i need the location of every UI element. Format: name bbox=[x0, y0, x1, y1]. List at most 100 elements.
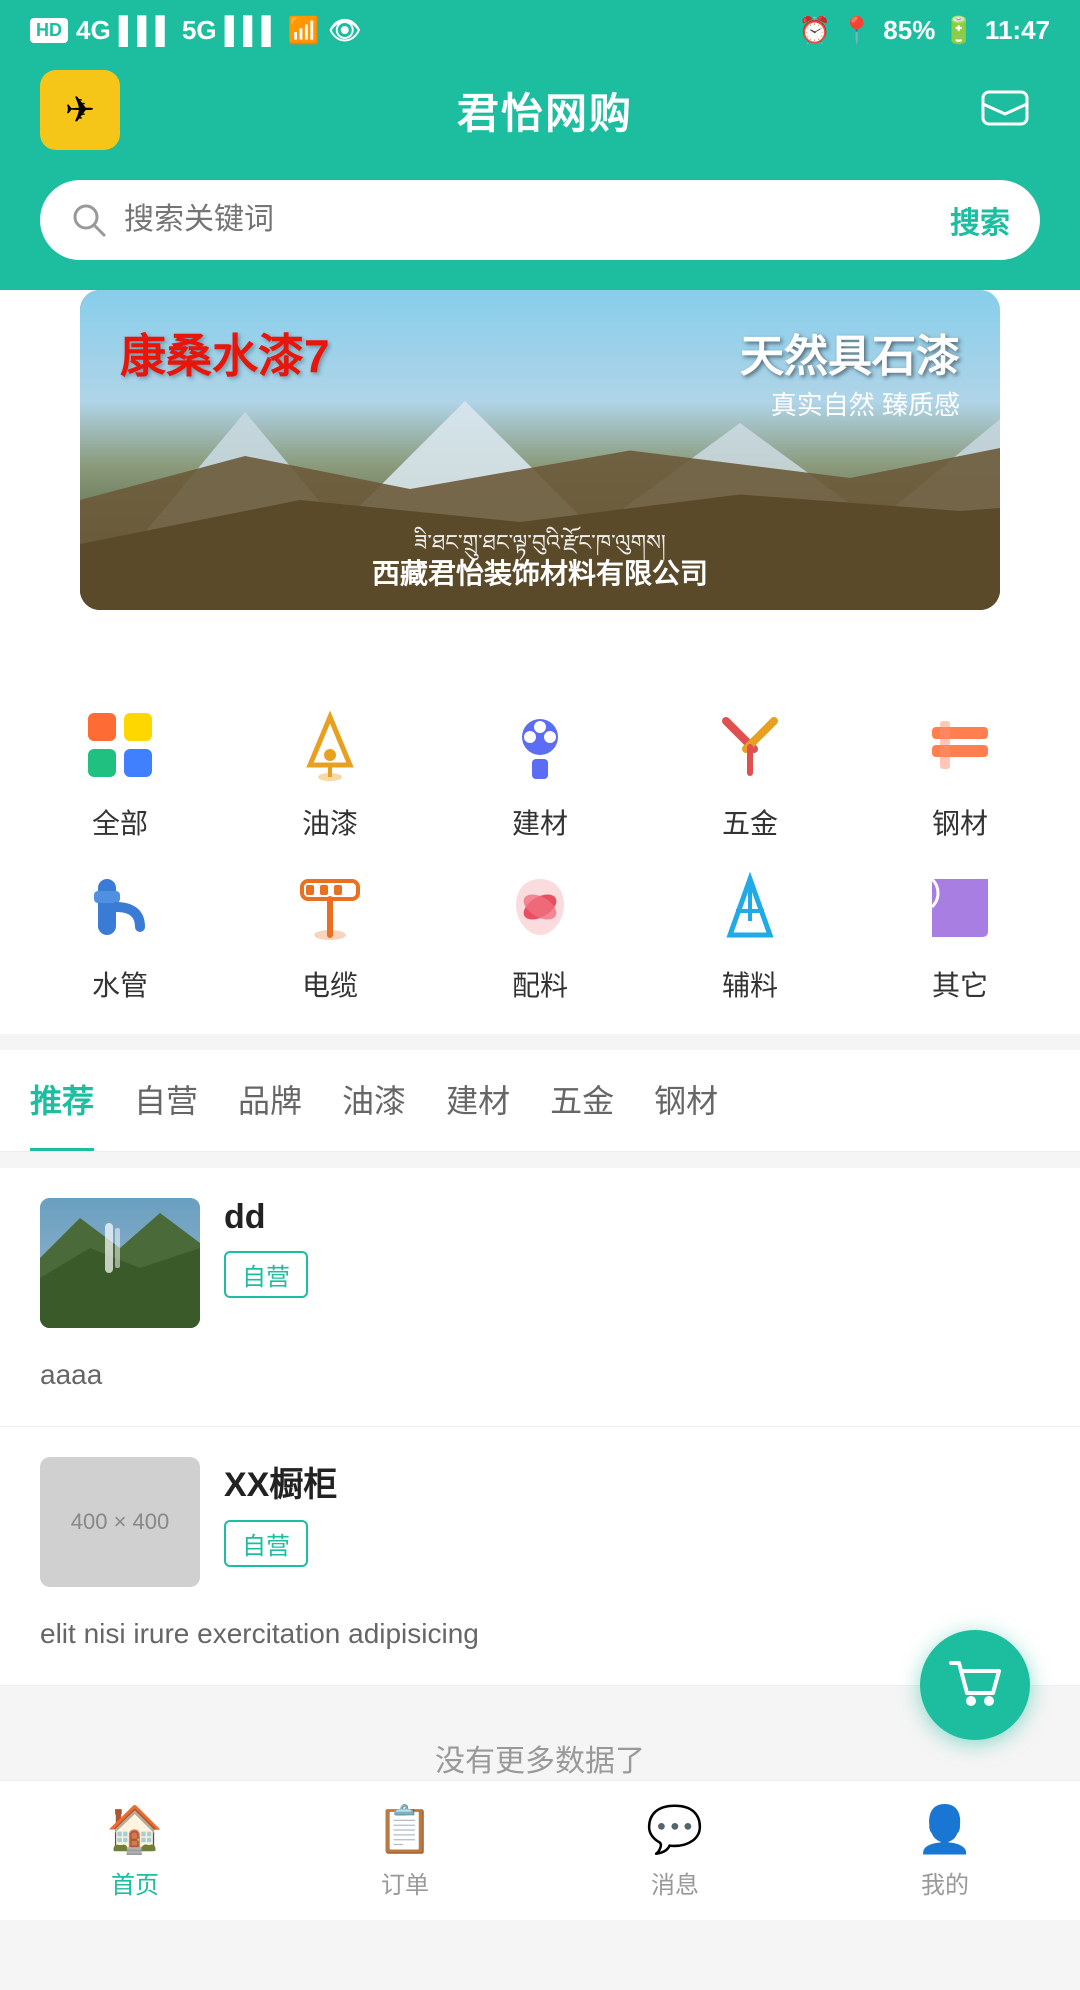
table-row: dd 自营 aaaa bbox=[0, 1168, 1080, 1427]
search-icon bbox=[70, 201, 108, 239]
category-cable[interactable]: 电缆 bbox=[230, 862, 430, 1004]
pipe-icon bbox=[75, 862, 165, 952]
tab-recommend[interactable]: 推荐 bbox=[30, 1050, 94, 1152]
product-info-1: dd 自营 bbox=[224, 1198, 1040, 1298]
category-other[interactable]: 其它 bbox=[860, 862, 1060, 1004]
banner-subtitle-right: 真实自然 臻质感 bbox=[771, 385, 960, 422]
message-label: 消息 bbox=[651, 1865, 699, 1900]
category-ingredient[interactable]: 配料 bbox=[440, 862, 640, 1004]
search-container: 搜索 bbox=[40, 180, 1040, 260]
category-auxiliary[interactable]: 辅料 bbox=[650, 862, 850, 1004]
tab-brand[interactable]: 品牌 bbox=[238, 1050, 302, 1152]
product-list: dd 自营 aaaa 400 × 400 XX橱柜 自营 elit nisi i… bbox=[0, 1168, 1080, 1686]
banner-title-left: 康桑水漆7 bbox=[120, 320, 330, 386]
category-hardware[interactable]: 五金 bbox=[650, 700, 850, 842]
category-grid: 全部 油漆 建材 bbox=[0, 670, 1080, 1034]
product-name-2: XX橱柜 bbox=[224, 1457, 1040, 1506]
header: ✈ 君怡网购 bbox=[0, 60, 1080, 160]
other-icon bbox=[915, 862, 1005, 952]
auxiliary-label: 辅料 bbox=[722, 964, 778, 1004]
status-bar: HD 4G ▌▌▌ 5G ▌▌▌ 📶 👁 ⏰ 📍 85% 🔋 11:47 bbox=[0, 0, 1080, 60]
steel-label: 钢材 bbox=[932, 802, 988, 842]
floating-cart-button[interactable] bbox=[920, 1630, 1030, 1740]
mine-label: 我的 bbox=[921, 1865, 969, 1900]
product-image-1 bbox=[40, 1198, 200, 1328]
pipe-label: 水管 bbox=[92, 964, 148, 1004]
nav-message[interactable]: 💬 消息 bbox=[540, 1802, 810, 1900]
signal-5g-icon: ▌▌▌ bbox=[225, 15, 280, 46]
category-building[interactable]: 建材 bbox=[440, 700, 640, 842]
search-input[interactable] bbox=[124, 203, 934, 237]
order-icon: 📋 bbox=[376, 1802, 433, 1857]
product-image-2: 400 × 400 bbox=[40, 1457, 200, 1587]
tab-paint[interactable]: 油漆 bbox=[342, 1050, 406, 1152]
placeholder-image: 400 × 400 bbox=[40, 1457, 200, 1587]
eye-icon: 👁 bbox=[328, 15, 361, 46]
home-label: 首页 bbox=[111, 1865, 159, 1900]
tab-self[interactable]: 自营 bbox=[134, 1050, 198, 1152]
product-info-2: XX橱柜 自营 bbox=[224, 1457, 1040, 1567]
tab-hardware[interactable]: 五金 bbox=[550, 1050, 614, 1152]
status-right: ⏰ 📍 85% 🔋 11:47 bbox=[799, 15, 1050, 46]
message-nav-icon: 💬 bbox=[646, 1802, 703, 1857]
no-more-text: 没有更多数据了 bbox=[435, 1745, 645, 1778]
ingredient-label: 配料 bbox=[512, 964, 568, 1004]
other-label: 其它 bbox=[932, 964, 988, 1004]
order-label: 订单 bbox=[381, 1865, 429, 1900]
category-pipe[interactable]: 水管 bbox=[20, 862, 220, 1004]
home-icon: 🏠 bbox=[106, 1802, 163, 1857]
hd-badge: HD bbox=[30, 18, 68, 43]
cable-icon bbox=[285, 862, 375, 952]
tab-steel[interactable]: 钢材 bbox=[654, 1050, 718, 1152]
building-label: 建材 bbox=[512, 802, 568, 842]
search-bar: 搜索 bbox=[0, 160, 1080, 290]
hardware-label: 五金 bbox=[722, 802, 778, 842]
status-left: HD 4G ▌▌▌ 5G ▌▌▌ 📶 👁 bbox=[30, 15, 361, 46]
tabs-bar: 推荐 自营 品牌 油漆 建材 五金 钢材 bbox=[0, 1050, 1080, 1152]
logo-icon: ✈ bbox=[65, 89, 95, 131]
steel-icon bbox=[915, 700, 1005, 790]
product-badge-2: 自营 bbox=[224, 1520, 308, 1567]
table-row: 400 × 400 XX橱柜 自营 elit nisi irure exerci… bbox=[0, 1427, 1080, 1686]
category-paint[interactable]: 油漆 bbox=[230, 700, 430, 842]
bottom-nav: 🏠 首页 📋 订单 💬 消息 👤 我的 bbox=[0, 1780, 1080, 1920]
message-button[interactable] bbox=[970, 75, 1040, 145]
auxiliary-icon bbox=[705, 862, 795, 952]
hardware-icon bbox=[705, 700, 795, 790]
network-5g: 5G bbox=[182, 15, 217, 46]
banner: 康桑水漆7 天然具石漆 真实自然 臻质感 ཟི་ཐང་གྲུ་ཐང་ལྟ་བུའ… bbox=[80, 290, 1000, 610]
tab-building[interactable]: 建材 bbox=[446, 1050, 510, 1152]
product-name-1: dd bbox=[224, 1198, 1040, 1237]
time-display: 11:47 bbox=[985, 15, 1050, 46]
nav-home[interactable]: 🏠 首页 bbox=[0, 1802, 270, 1900]
nav-order[interactable]: 📋 订单 bbox=[270, 1802, 540, 1900]
banner-title-right: 天然具石漆 bbox=[740, 320, 960, 384]
clock-icon: ⏰ bbox=[799, 15, 831, 46]
signal-icon: ▌▌▌ bbox=[119, 15, 174, 46]
message-icon bbox=[979, 84, 1031, 136]
battery-icon: 85% 🔋 bbox=[883, 15, 975, 46]
mine-icon: 👤 bbox=[916, 1802, 973, 1857]
ingredient-icon bbox=[495, 862, 585, 952]
network-4g: 4G bbox=[76, 15, 111, 46]
product-header-2: 400 × 400 XX橱柜 自营 bbox=[40, 1457, 1040, 1587]
all-label: 全部 bbox=[92, 802, 148, 842]
product-desc-2: elit nisi irure exercitation adipisicing bbox=[40, 1603, 1040, 1655]
product-desc-1: aaaa bbox=[40, 1344, 1040, 1396]
product-header-1: dd 自营 bbox=[40, 1198, 1040, 1328]
nav-mine[interactable]: 👤 我的 bbox=[810, 1802, 1080, 1900]
category-all[interactable]: 全部 bbox=[20, 700, 220, 842]
cart-icon bbox=[945, 1655, 1005, 1715]
app-title: 君怡网购 bbox=[457, 80, 633, 141]
wifi-icon: 📶 bbox=[288, 15, 320, 46]
all-icon bbox=[75, 700, 165, 790]
building-icon bbox=[495, 700, 585, 790]
waterfall-image bbox=[40, 1198, 200, 1328]
category-steel[interactable]: 钢材 bbox=[860, 700, 1060, 842]
search-button[interactable]: 搜索 bbox=[950, 198, 1010, 242]
app-logo[interactable]: ✈ bbox=[40, 70, 120, 150]
product-badge-1: 自营 bbox=[224, 1251, 308, 1298]
banner-container: 康桑水漆7 天然具石漆 真实自然 臻质感 ཟི་ཐང་གྲུ་ཐང་ལྟ་བུའ… bbox=[0, 290, 1080, 670]
paint-icon bbox=[285, 700, 375, 790]
location-icon: 📍 bbox=[841, 15, 873, 46]
